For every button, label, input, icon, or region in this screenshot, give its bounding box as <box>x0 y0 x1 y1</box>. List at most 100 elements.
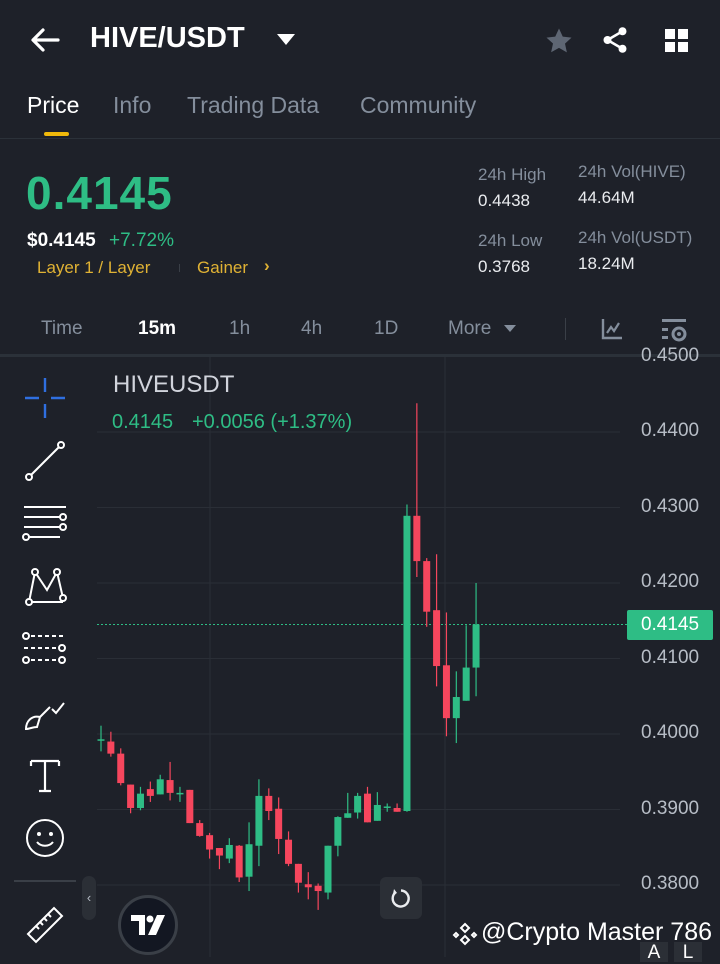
candle-body <box>442 665 450 719</box>
candle-body <box>472 624 480 668</box>
vol-base-value: 44.64M <box>578 188 635 207</box>
candle-body <box>413 515 421 562</box>
indicator-icon[interactable] <box>600 317 624 346</box>
candle-body <box>354 795 362 813</box>
candle-body <box>294 863 302 883</box>
share-icon[interactable] <box>600 25 630 60</box>
divider <box>14 880 76 882</box>
collapse-toolbar-button[interactable]: ‹ <box>82 876 96 920</box>
ohlc-change: +0.0056 (+1.37%) <box>192 411 353 433</box>
candle-body <box>176 792 184 795</box>
chevron-left-icon: ‹ <box>86 890 92 905</box>
candle-body <box>186 789 194 824</box>
grid-menu-icon[interactable] <box>664 28 690 59</box>
high-label: 24h High <box>478 165 547 184</box>
tab-price[interactable]: Price <box>27 92 79 119</box>
back-button[interactable] <box>28 24 62 56</box>
vol-quote-label: 24h Vol(USDT) <box>578 228 693 247</box>
crosshair-tool-icon[interactable] <box>22 375 68 421</box>
pattern-tool-icon[interactable] <box>22 563 68 609</box>
price-axis-label: 0.3900 <box>641 797 700 819</box>
candle-body <box>156 779 164 795</box>
candle-body <box>245 844 253 877</box>
low-label: 24h Low <box>478 231 543 250</box>
more-caret-icon <box>504 325 516 332</box>
vol-quote-value: 18.24M <box>578 254 635 273</box>
candle-body <box>127 784 135 808</box>
interval-time[interactable]: Time <box>41 318 83 340</box>
candle-body <box>314 885 322 892</box>
candle-body <box>265 795 273 812</box>
tag-separator <box>179 264 180 272</box>
candle-body <box>225 844 233 859</box>
pair-dropdown-caret-icon[interactable] <box>277 34 295 45</box>
usd-price: $0.4145 <box>27 230 96 251</box>
candle-body <box>462 667 470 701</box>
interval-15m[interactable]: 15m <box>138 318 176 340</box>
candle-body <box>452 697 460 719</box>
candle-body <box>117 753 125 784</box>
price-axis-label: 0.4000 <box>641 722 700 743</box>
vol-base-label: 24h Vol(HIVE) <box>578 162 686 181</box>
candle-body <box>344 813 352 818</box>
candle-body <box>373 804 381 821</box>
tradingview-logo[interactable] <box>118 895 178 955</box>
price-axis-label: 0.4400 <box>641 420 700 441</box>
tab-active-indicator <box>44 132 69 136</box>
candle-body <box>304 884 312 888</box>
interval-1h[interactable]: 1h <box>229 318 250 340</box>
emoji-tool-icon[interactable] <box>22 815 68 861</box>
horizontal-lines-tool-icon[interactable] <box>22 500 68 546</box>
candle-body <box>97 739 105 741</box>
interval-1d[interactable]: 1D <box>374 318 398 340</box>
high-value: 0.4438 <box>478 191 530 210</box>
candlestick-chart[interactable] <box>0 357 720 957</box>
candle-body <box>275 808 283 839</box>
reset-icon <box>391 889 410 908</box>
brush-tool-icon[interactable] <box>22 692 68 738</box>
candle-body <box>146 789 154 796</box>
candle-body <box>423 561 431 612</box>
candle-body <box>166 780 174 793</box>
change-percent: +7.72% <box>109 230 174 251</box>
pair-title[interactable]: HIVE/USDT <box>90 22 245 55</box>
candle-body <box>334 817 342 846</box>
ruler-tool-icon[interactable] <box>22 900 68 946</box>
candle-body <box>383 806 391 808</box>
gainer-tag[interactable]: Gainer <box>197 258 248 278</box>
interval-more[interactable]: More <box>448 318 491 340</box>
interval-4h[interactable]: 4h <box>301 318 322 340</box>
candle-body <box>136 793 144 808</box>
category-tag[interactable]: Layer 1 / Layer <box>37 258 150 278</box>
back-arrow-icon <box>31 28 60 52</box>
candle-body <box>433 610 441 667</box>
tab-trading-data[interactable]: Trading Data <box>187 92 319 119</box>
divider <box>565 318 566 340</box>
candle-body <box>196 823 204 836</box>
binance-logo-icon <box>452 922 478 953</box>
fibonacci-tool-icon[interactable] <box>22 627 68 673</box>
candle-body <box>403 515 411 812</box>
candle-body <box>206 835 214 850</box>
text-tool-icon[interactable] <box>22 752 68 798</box>
candle-body <box>324 845 332 893</box>
candle-body <box>363 793 371 823</box>
favorite-star-icon[interactable] <box>544 26 574 61</box>
candle-body <box>215 848 223 856</box>
chevron-right-icon: › <box>264 256 270 275</box>
price-axis-label: 0.4300 <box>641 495 700 517</box>
candle-body <box>255 795 263 846</box>
ohlc-last: 0.4145 <box>112 411 174 433</box>
trendline-tool-icon[interactable] <box>22 438 68 484</box>
reset-chart-button[interactable] <box>380 877 422 919</box>
tab-info[interactable]: Info <box>113 92 151 119</box>
price-axis-label: 0.4100 <box>641 646 700 668</box>
price-axis-label: 0.4200 <box>641 571 700 592</box>
candle-body <box>107 741 115 754</box>
chart-symbol: HIVEUSDT <box>113 371 235 398</box>
current-price-label: 0.4145 <box>627 610 713 640</box>
candle-body <box>285 839 293 864</box>
tab-community[interactable]: Community <box>360 92 476 119</box>
price-axis-label: 0.3800 <box>641 873 700 894</box>
divider <box>0 138 720 139</box>
